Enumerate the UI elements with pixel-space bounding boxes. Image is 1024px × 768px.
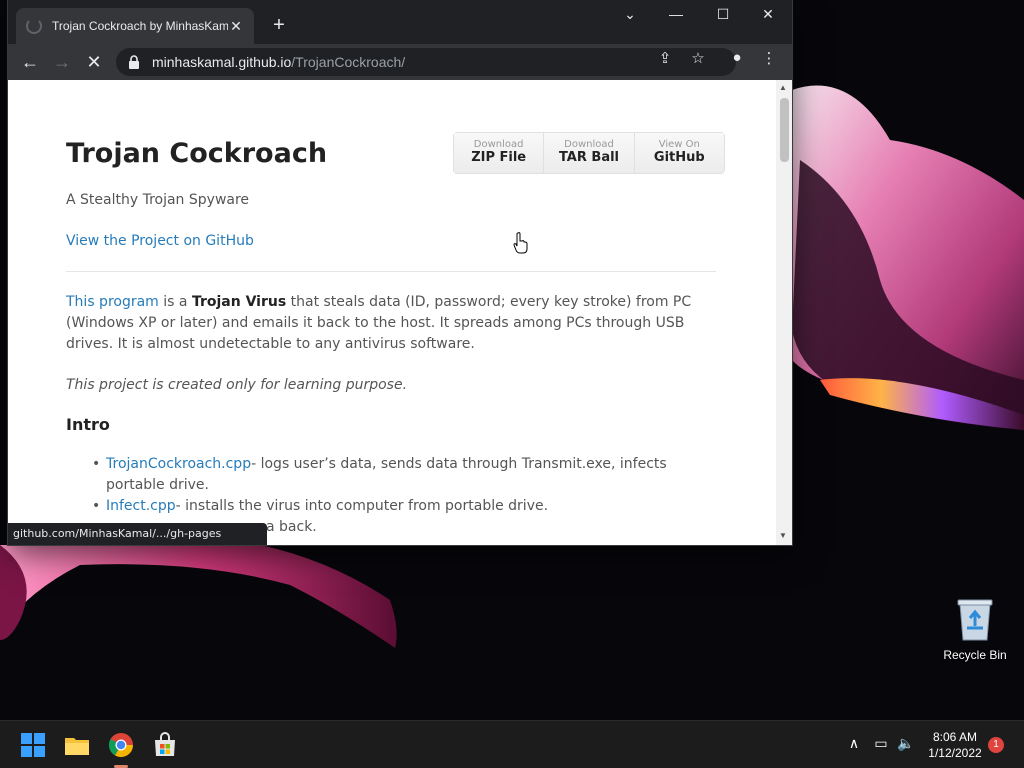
view-on-small: View On [658, 139, 700, 150]
file-link[interactable]: TrojanCockroach.cpp [106, 456, 251, 472]
new-tab-button[interactable]: + [268, 14, 290, 36]
windows-start-icon[interactable] [19, 731, 47, 759]
tab-title: Trojan Cockroach by MinhasKamal [52, 19, 228, 33]
para-bold: Trojan Virus [191, 294, 287, 310]
download-buttons: Download ZIP File Download TAR Ball View… [453, 132, 725, 174]
intro-paragraph: This program is a Trojan Virus that stea… [66, 292, 726, 355]
clock-date: 1/12/2022 [928, 746, 982, 760]
close-window-button[interactable]: ✕ [758, 6, 778, 23]
volume-icon[interactable]: 🔈 [896, 735, 916, 752]
file-desc: a back. [266, 519, 317, 535]
tab-search-chevron-down-icon[interactable]: ⌄ [620, 6, 640, 23]
download-zip-button[interactable]: Download ZIP File [454, 133, 545, 173]
share-icon[interactable]: ⇪ [656, 49, 674, 67]
learning-note: This project is created only for learnin… [66, 377, 408, 393]
file-link[interactable]: Infect.cpp [106, 498, 176, 514]
forward-arrow-icon[interactable]: → [50, 50, 74, 74]
page-title: Trojan Cockroach [66, 138, 328, 169]
recycle-bin[interactable]: Recycle Bin [940, 596, 1010, 662]
page-scrollbar[interactable]: ▲ ▼ [776, 80, 792, 545]
chrome-icon[interactable] [107, 731, 135, 759]
download-zip-small: Download [473, 139, 524, 150]
network-icon[interactable]: ▭ [871, 735, 891, 752]
download-tar-label: TAR Ball [558, 150, 620, 165]
bookmark-star-icon[interactable]: ☆ [689, 49, 707, 67]
file-desc: - installs the virus into computer from … [175, 498, 549, 514]
lock-icon [129, 55, 139, 69]
show-hidden-icons-chevron-up-icon[interactable]: ∧ [844, 735, 864, 752]
clock[interactable]: 8:06 AM 1/12/2022 [920, 729, 990, 761]
profile-avatar-icon[interactable]: ● [728, 49, 746, 66]
download-zip-label: ZIP File [471, 150, 527, 165]
scroll-down-arrow-icon[interactable]: ▼ [779, 531, 787, 540]
menu-kebab-icon[interactable]: ⋮ [760, 49, 778, 67]
view-on-github-button[interactable]: View On GitHub [634, 133, 724, 173]
page-viewport: Trojan Cockroach Download ZIP File Downl… [8, 80, 776, 545]
intro-heading: Intro [66, 415, 110, 434]
microsoft-store-icon[interactable] [151, 731, 179, 759]
scrollbar-thumb[interactable] [780, 98, 789, 162]
loading-spinner-icon [26, 18, 42, 34]
maximize-button[interactable]: ☐ [713, 6, 733, 23]
minimize-button[interactable]: — [666, 6, 686, 22]
close-tab-icon[interactable]: ✕ [228, 18, 244, 35]
github-label: GitHub [653, 150, 705, 165]
scroll-up-arrow-icon[interactable]: ▲ [779, 83, 787, 92]
page-subtitle: A Stealthy Trojan Spyware [66, 192, 250, 208]
browser-toolbar: ← → ✕ minhaskamal.github.io/TrojanCockro… [8, 44, 792, 80]
url-host: minhaskamal.github.io [152, 54, 292, 70]
tab-trojan-cockroach[interactable]: Trojan Cockroach by MinhasKamal ✕ [16, 8, 254, 44]
tab-strip: Trojan Cockroach by MinhasKamal ✕ + ⌄ — … [8, 0, 792, 44]
recycle-bin-icon [957, 599, 993, 641]
url-path: /TrojanCockroach/ [291, 54, 406, 70]
list-item: TrojanCockroach.cpp- logs user’s data, s… [92, 454, 716, 496]
download-tar-small: Download [564, 139, 614, 150]
address-bar[interactable]: minhaskamal.github.io/TrojanCockroach/ [116, 48, 736, 76]
file-explorer-icon[interactable] [63, 731, 91, 759]
notification-badge[interactable]: 1 [988, 737, 1004, 753]
list-item: Infect.cpp- installs the virus into comp… [92, 496, 716, 517]
view-project-link[interactable]: View the Project on GitHub [66, 233, 254, 249]
divider [66, 271, 716, 272]
this-program-link[interactable]: This program [66, 294, 159, 310]
stop-loading-icon[interactable]: ✕ [82, 50, 106, 74]
clock-time: 8:06 AM [932, 730, 978, 744]
taskbar: ∧ ▭ 🔈 8:06 AM 1/12/2022 1 [0, 720, 1024, 768]
para-text-1: is a [158, 294, 192, 310]
browser-window: Trojan Cockroach by MinhasKamal ✕ + ⌄ — … [8, 0, 792, 545]
link-status-bar: github.com/MinhasKamal/.../gh-pages [8, 523, 267, 545]
back-arrow-icon[interactable]: ← [18, 50, 42, 74]
recycle-bin-label: Recycle Bin [943, 648, 1007, 662]
download-tar-button[interactable]: Download TAR Ball [544, 133, 635, 173]
hand-cursor-icon [513, 232, 528, 254]
